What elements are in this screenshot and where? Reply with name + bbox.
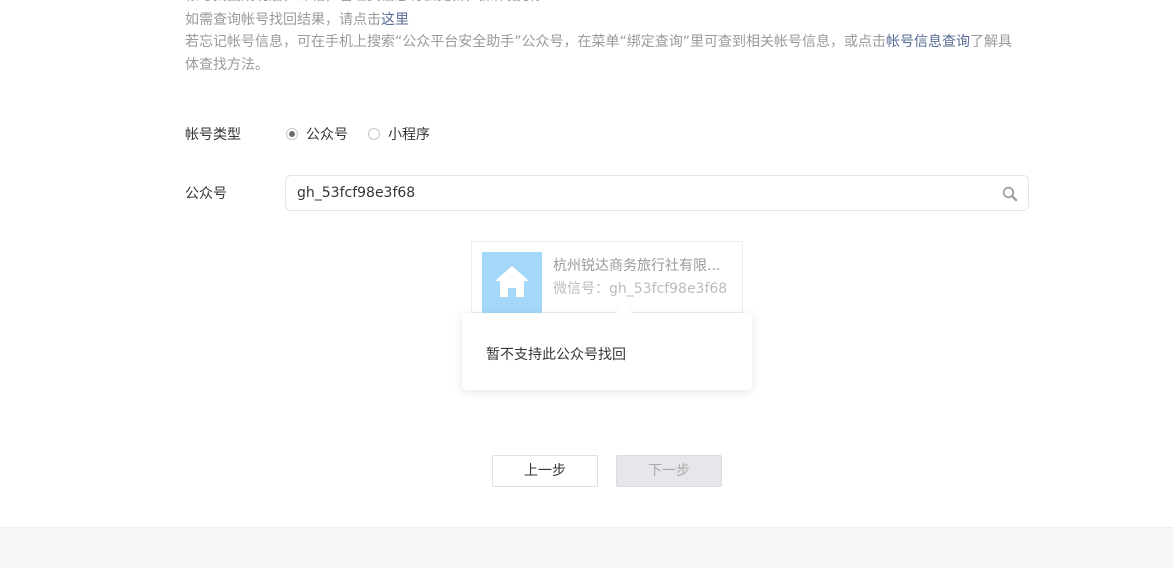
account-name: 杭州锐达商务旅行社有限... (553, 258, 721, 274)
notice-line-forgot: 若忘记帐号信息，可在手机上搜索“公众平台安全助手”公众号，在菜单“绑定查询”里可… (185, 31, 1025, 77)
next-step-button[interactable]: 下一步 (616, 455, 722, 487)
account-type-label: 帐号类型 (185, 127, 241, 143)
search-icon[interactable] (1002, 186, 1018, 202)
radio-checked-icon (286, 128, 298, 140)
notice-line-result: 如需查询帐号找回结果，请点击这里 (185, 9, 409, 32)
radio-mini-program-label: 小程序 (388, 127, 430, 143)
notice-forgot-text: 若忘记帐号信息，可在手机上搜索“公众平台安全助手”公众号，在菜单“绑定查询”里可… (185, 34, 887, 50)
radio-mini-program[interactable]: 小程序 (368, 124, 430, 144)
account-search-box (285, 175, 1029, 211)
popup-message: 暂不支持此公众号找回 (486, 347, 626, 363)
prev-step-button[interactable]: 上一步 (492, 455, 598, 487)
unsupported-popup: 暂不支持此公众号找回 (462, 313, 752, 390)
radio-official-account[interactable]: 公众号 (286, 124, 348, 144)
notice-result-text: 如需查询帐号找回结果，请点击 (185, 12, 381, 28)
account-info-query-link[interactable]: 帐号信息查询 (886, 34, 970, 50)
home-icon (495, 266, 529, 297)
account-search-input[interactable] (297, 176, 987, 210)
official-account-label: 公众号 (185, 186, 227, 202)
account-avatar (482, 252, 542, 314)
query-result-link[interactable]: 这里 (381, 12, 409, 28)
radio-unchecked-icon (368, 128, 380, 140)
search-result-card[interactable]: 杭州锐达商务旅行社有限... 微信号：gh_53fcf98e3f68 (471, 241, 743, 314)
account-type-radio-group: 公众号 小程序 (286, 124, 450, 144)
account-wechat-id: 微信号：gh_53fcf98e3f68 (553, 281, 728, 297)
page-footer (0, 527, 1173, 568)
radio-official-account-label: 公众号 (306, 127, 348, 143)
notice-line-update: 帐号找回成功后，邮箱，管理员信息将会更新，操作指引。 (185, 0, 549, 8)
popup-arrow (616, 305, 632, 313)
